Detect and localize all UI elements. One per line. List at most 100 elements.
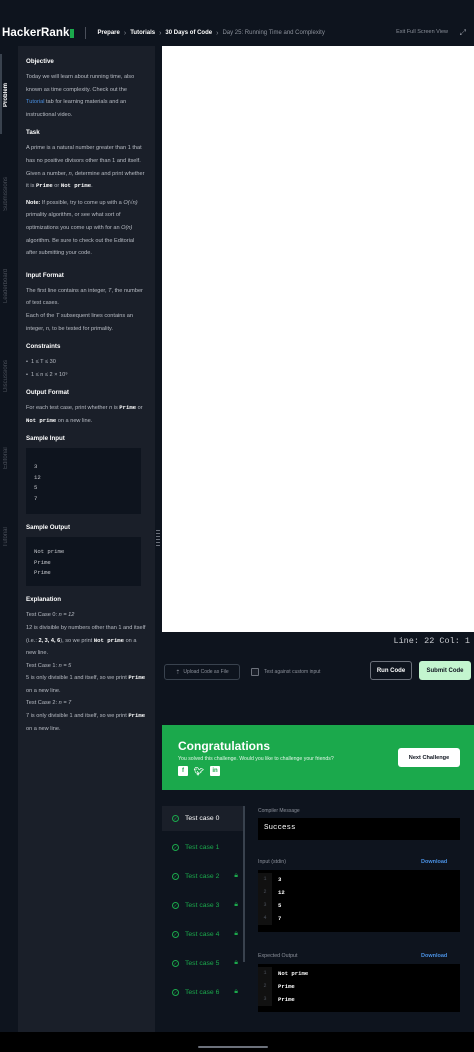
- check-circle-icon: ✓: [172, 815, 179, 822]
- upload-icon: ⇡: [175, 669, 181, 676]
- objective-heading: Objective: [26, 58, 54, 65]
- check-circle-icon: ✓: [172, 989, 179, 996]
- task-heading: Task: [26, 129, 40, 137]
- explanation-tc2: Test Case 2: n = 77 is only divisible 1 …: [26, 700, 146, 732]
- check-circle-icon: ✓: [172, 844, 179, 851]
- expand-arrows-icon[interactable]: ⤢: [460, 28, 466, 38]
- test-case-6[interactable]: ✓ Test case 6 🔒︎: [162, 980, 244, 1005]
- explanation-tc0: Test Case 0: n = 12 12 is divisible by nu…: [26, 612, 146, 657]
- test-case-4[interactable]: ✓ Test case 4 🔒︎: [162, 922, 244, 947]
- next-challenge-button[interactable]: Next Challenge: [398, 748, 460, 767]
- download-input-link[interactable]: Download: [421, 859, 447, 865]
- congrats-title: Congratulations: [178, 739, 270, 753]
- home-indicator[interactable]: [198, 1046, 268, 1048]
- tab-discussions[interactable]: Discussions: [3, 336, 15, 416]
- test-case-list: ✓ Test case 0 ✓ Test case 1 ✓ Test case 2 🔒︎…: [162, 806, 244, 1009]
- congrats-subtitle: You solved this challenge. Would you lik…: [178, 756, 334, 762]
- hackerrank-logo[interactable]: HackerRank: [2, 27, 75, 39]
- device-status-bar: [0, 0, 474, 20]
- io-line: 13: [258, 873, 460, 886]
- input-format-heading: Input Format: [26, 271, 64, 279]
- task-text: A prime is a natural number greater than…: [26, 145, 145, 190]
- breadcrumb: Prepare › Tutorials › 30 Days of Code › …: [97, 30, 324, 37]
- custom-input-checkbox[interactable]: [251, 668, 259, 676]
- sample-output-box: Not prime Prime Prime: [26, 537, 141, 587]
- objective-text: Today we will learn about running time, …: [26, 74, 135, 118]
- drag-handle-icon[interactable]: [156, 530, 160, 546]
- explanation-heading: Explanation: [26, 596, 62, 604]
- run-code-button[interactable]: Run Code: [370, 661, 412, 680]
- test-case-0[interactable]: ✓ Test case 0: [162, 806, 244, 831]
- top-header: HackerRank Prepare › Tutorials › 30 Days…: [0, 20, 474, 46]
- editor-status-bar: Line: 22 Col: 1: [162, 632, 474, 652]
- problem-statement: Objective Today we will learn about runn…: [18, 46, 155, 1032]
- check-circle-icon: ✓: [172, 902, 179, 909]
- compiler-message-box: Success: [258, 818, 460, 840]
- expected-output-label: Expected Output: [258, 953, 298, 959]
- io-line: 47: [258, 912, 460, 925]
- test-case-1[interactable]: ✓ Test case 1: [162, 835, 244, 860]
- custom-input-label[interactable]: Test against custom input: [264, 669, 320, 675]
- congratulations-banner: Congratulations You solved this challeng…: [162, 725, 474, 790]
- test-case-2[interactable]: ✓ Test case 2 🔒︎: [162, 864, 244, 889]
- exit-fullscreen-link[interactable]: Exit Full Screen View: [396, 29, 448, 35]
- problem-tab-rail: Problem Submissions Leaderboard Discussi…: [0, 46, 18, 1032]
- tutorial-link[interactable]: Tutorial: [26, 99, 44, 105]
- io-line: 2 12: [258, 886, 460, 899]
- linkedin-icon[interactable]: in: [210, 766, 220, 776]
- download-expected-link[interactable]: Download: [421, 953, 447, 959]
- input-stdin-label: Input (stdin): [258, 859, 286, 865]
- tab-submissions[interactable]: Submissions: [3, 154, 15, 234]
- code-editor[interactable]: [162, 46, 474, 632]
- lock-icon: 🔒︎: [234, 872, 238, 879]
- constraint-item: 1 ≤ T ≤ 30: [26, 356, 155, 369]
- chevron-right-icon: ›: [123, 29, 127, 37]
- sample-input-box: 3 12 5 7: [26, 448, 141, 515]
- breadcrumb-prepare[interactable]: Prepare: [97, 30, 119, 36]
- chevron-right-icon: ›: [216, 29, 219, 37]
- check-circle-icon: ✓: [172, 873, 179, 880]
- lock-icon: 🔒︎: [234, 988, 238, 995]
- note-text: Note: If possible, try to come up with a…: [26, 199, 138, 257]
- breadcrumb-30-days[interactable]: 30 Days of Code: [165, 30, 212, 36]
- check-circle-icon: ✓: [172, 931, 179, 938]
- upload-code-button[interactable]: ⇡ Upload Code as File: [164, 664, 240, 680]
- chevron-right-icon: ›: [159, 29, 162, 37]
- io-line: 2 Prime: [258, 980, 460, 993]
- check-circle-icon: ✓: [172, 960, 179, 967]
- action-bar: ⇡ Upload Code as File Test against custo…: [162, 652, 474, 690]
- compiler-message-label: Compiler Message: [258, 808, 300, 814]
- lock-icon: 🔒︎: [234, 930, 238, 937]
- submit-code-button[interactable]: Submit Code: [419, 661, 471, 680]
- twitter-icon[interactable]: 🐦︎: [194, 766, 204, 776]
- cursor-position: Line: 22 Col: 1: [393, 636, 470, 646]
- tab-leaderboard[interactable]: Leaderboard: [3, 246, 15, 326]
- sample-input-heading: Sample Input: [26, 435, 65, 443]
- output-format-text: For each test case, print whether n is P…: [26, 404, 143, 424]
- test-case-5[interactable]: ✓ Test case 5 🔒︎: [162, 951, 244, 976]
- lock-icon: 🔒︎: [234, 959, 238, 966]
- io-line: 35: [258, 899, 460, 912]
- header-divider: [85, 27, 87, 39]
- input-format-text: The first line contains an integer, T, t…: [26, 287, 143, 332]
- io-line: 1 Not prime: [258, 967, 460, 980]
- sample-output-heading: Sample Output: [26, 524, 71, 532]
- constraints-heading: Constraints: [26, 343, 61, 351]
- facebook-icon[interactable]: f: [178, 766, 188, 776]
- io-line: 3 Prime: [258, 993, 460, 1006]
- lock-icon: 🔒︎: [234, 901, 238, 908]
- test-case-3[interactable]: ✓ Test case 3 🔒︎: [162, 893, 244, 918]
- device-navigation-bar: [0, 1032, 474, 1052]
- explanation-tc1: Test Case 1: n = 55 is only divisible 1 …: [26, 662, 146, 694]
- share-icons: f 🐦︎ in: [178, 766, 220, 776]
- test-case-scrollbar[interactable]: [243, 806, 245, 962]
- breadcrumb-tutorials[interactable]: Tutorials: [130, 30, 155, 36]
- tab-problem[interactable]: Problem: [3, 60, 15, 130]
- tab-editorial[interactable]: Editorial: [3, 428, 15, 488]
- input-stdin-box: 13 2 12 35 47: [258, 870, 460, 932]
- constraints-list: 1 ≤ T ≤ 30 1 ≤ n ≤ 2 × 10⁹: [26, 356, 155, 381]
- constraint-item: 1 ≤ n ≤ 2 × 10⁹: [26, 369, 155, 382]
- active-tab-indicator: [0, 54, 2, 134]
- output-format-heading: Output Format: [26, 389, 69, 397]
- tab-tutorial[interactable]: Tutorial: [3, 512, 15, 562]
